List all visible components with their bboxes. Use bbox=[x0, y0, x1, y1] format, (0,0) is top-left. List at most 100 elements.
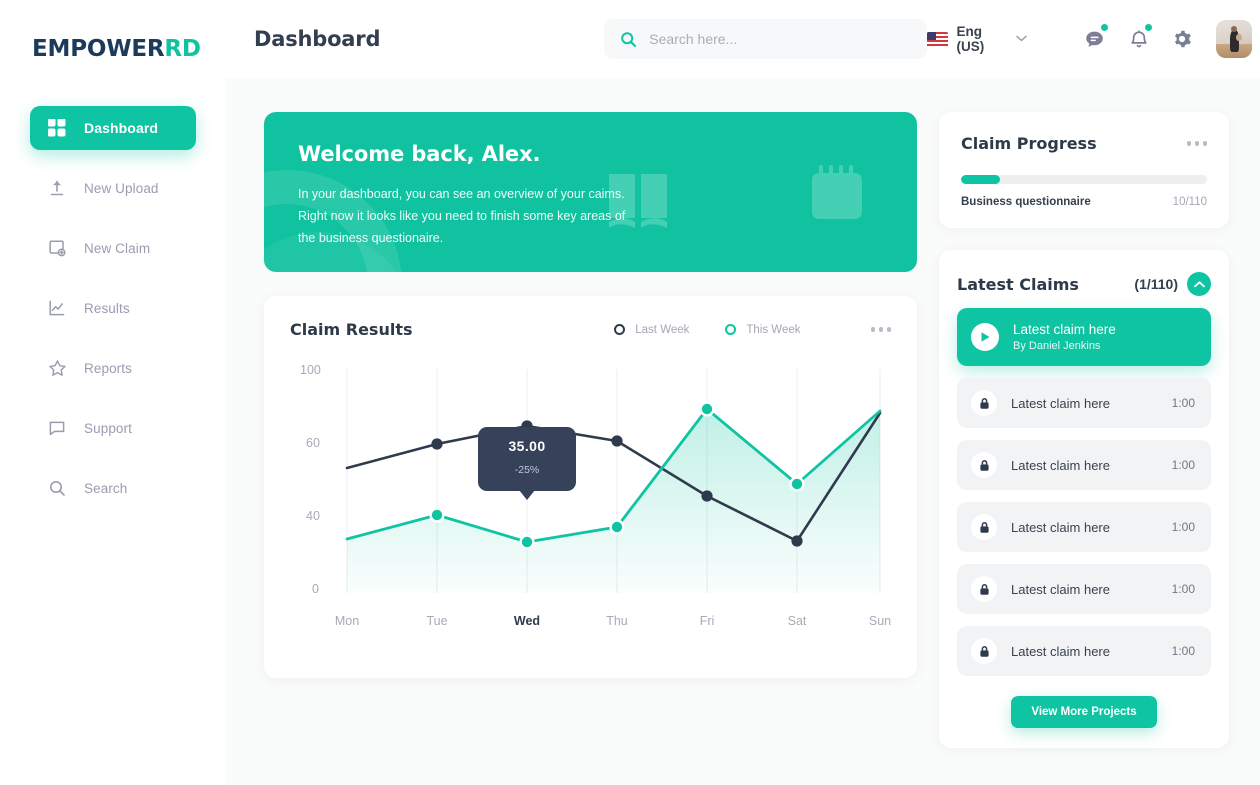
progress-bar bbox=[961, 175, 1207, 184]
sidebar-item-new-claim[interactable]: New Claim bbox=[30, 226, 196, 270]
xtick-fri: Fri bbox=[700, 614, 715, 628]
chart-legend: Last Week This Week bbox=[614, 324, 891, 336]
right-column: Claim Progress Business questionnaire 10… bbox=[939, 112, 1229, 748]
chart-xticks: Mon Tue Wed Thu Fri Sat Sun bbox=[335, 614, 891, 628]
messages-badge bbox=[1100, 24, 1108, 31]
avatar[interactable] bbox=[1216, 20, 1253, 58]
claims-card-header: Latest Claims (1/110) bbox=[957, 272, 1211, 296]
legend-item-last-week[interactable]: Last Week bbox=[614, 324, 689, 336]
claim-title: Latest claim here bbox=[1011, 395, 1110, 411]
progress-card-title: Claim Progress bbox=[961, 134, 1097, 153]
legend-label: This Week bbox=[746, 323, 801, 336]
claim-title: Latest claim here bbox=[1011, 519, 1110, 535]
xtick-tue: Tue bbox=[426, 614, 447, 628]
claim-item[interactable]: Latest claim here 1:00 bbox=[957, 626, 1211, 676]
language-selector[interactable]: Eng (US) bbox=[926, 24, 1027, 54]
legend-item-this-week[interactable]: This Week bbox=[725, 323, 801, 336]
new-claim-icon bbox=[46, 237, 68, 259]
app-window: EMPOWERRD Dashboard New Upload New Claim… bbox=[0, 0, 1260, 785]
welcome-heading: Welcome back, Alex. bbox=[298, 142, 541, 166]
xtick-mon: Mon bbox=[335, 614, 359, 628]
legend-label: Last Week bbox=[635, 323, 690, 336]
progress-label: Business questionnaire bbox=[961, 196, 1091, 208]
claims-card-title: Latest Claims bbox=[957, 274, 1079, 294]
sidebar-item-search[interactable]: Search bbox=[30, 466, 196, 510]
left-column: Welcome back, Alex. In your dashboard, y… bbox=[264, 112, 917, 678]
star-icon bbox=[46, 357, 68, 379]
main-area: Dashboard Eng (US) bbox=[226, 0, 1260, 785]
xtick-wed: Wed bbox=[514, 614, 540, 628]
claim-title: Latest claim here bbox=[1011, 457, 1110, 473]
claim-title: Latest claim here bbox=[1011, 581, 1110, 597]
sidebar-item-support[interactable]: Support bbox=[30, 406, 196, 450]
more-options-icon[interactable] bbox=[870, 327, 891, 332]
claim-time: 1:00 bbox=[1171, 582, 1195, 596]
messages-button[interactable] bbox=[1079, 22, 1111, 56]
more-options-icon[interactable] bbox=[1186, 141, 1207, 146]
content-area: Welcome back, Alex. In your dashboard, y… bbox=[226, 78, 1260, 785]
claim-progress-card: Claim Progress Business questionnaire 10… bbox=[939, 112, 1229, 228]
sidebar-item-new-upload[interactable]: New Upload bbox=[30, 166, 196, 210]
claim-time: 1:00 bbox=[1171, 396, 1195, 410]
welcome-body: In your dashboard, you can see an overvi… bbox=[298, 187, 626, 245]
lock-icon bbox=[971, 638, 997, 664]
sidebar-item-dashboard[interactable]: Dashboard bbox=[30, 106, 196, 150]
welcome-banner: Welcome back, Alex. In your dashboard, y… bbox=[264, 112, 917, 272]
logo-main-text: EMPOWER bbox=[32, 36, 165, 62]
chevron-down-icon bbox=[1016, 34, 1027, 45]
search-icon bbox=[46, 477, 68, 499]
sidebar-item-reports[interactable]: Reports bbox=[30, 346, 196, 390]
chart-header: Claim Results Last Week This Week bbox=[290, 320, 891, 339]
chart-title: Claim Results bbox=[290, 320, 413, 339]
lock-icon bbox=[971, 576, 997, 602]
tooltip-arrow bbox=[519, 490, 535, 500]
play-icon bbox=[971, 323, 999, 351]
logo[interactable]: EMPOWERRD bbox=[32, 36, 226, 62]
topbar-right: Eng (US) bbox=[926, 20, 1260, 58]
sidebar-item-label: New Claim bbox=[84, 240, 151, 256]
sidebar-item-label: Search bbox=[84, 480, 128, 496]
claim-time: 1:00 bbox=[1171, 644, 1195, 658]
claim-text: Latest claim here By Daniel Jenkins bbox=[1013, 322, 1116, 352]
sidebar-item-label: Support bbox=[84, 420, 132, 436]
xtick-thu: Thu bbox=[606, 614, 628, 628]
claim-subtitle: By Daniel Jenkins bbox=[1013, 340, 1101, 352]
search-input[interactable] bbox=[649, 31, 911, 47]
ytick-40: 40 bbox=[306, 509, 320, 523]
ytick-100: 100 bbox=[300, 363, 321, 377]
claim-item[interactable]: Latest claim here 1:00 bbox=[957, 440, 1211, 490]
logo-accent-text: RD bbox=[164, 36, 201, 62]
lock-icon bbox=[971, 452, 997, 478]
ytick-60: 60 bbox=[306, 436, 320, 450]
sidebar-item-label: Results bbox=[84, 300, 130, 316]
claim-item[interactable]: Latest claim here 1:00 bbox=[957, 564, 1211, 614]
tooltip-delta: -25% bbox=[514, 464, 540, 476]
search-icon bbox=[620, 31, 637, 48]
claim-title: Latest claim here bbox=[1011, 643, 1110, 659]
notifications-button[interactable] bbox=[1123, 22, 1155, 56]
sidebar: EMPOWERRD Dashboard New Upload New Claim… bbox=[0, 0, 226, 785]
progress-info-row: Business questionnaire 10/110 bbox=[961, 196, 1207, 208]
chevron-up-icon[interactable] bbox=[1187, 272, 1211, 296]
lock-icon bbox=[971, 390, 997, 416]
search-bar[interactable] bbox=[604, 19, 927, 59]
claim-item-active[interactable]: Latest claim here By Daniel Jenkins bbox=[957, 308, 1211, 366]
claim-item[interactable]: Latest claim here 1:00 bbox=[957, 378, 1211, 428]
settings-button[interactable] bbox=[1167, 22, 1199, 56]
sidebar-item-results[interactable]: Results bbox=[30, 286, 196, 330]
progress-card-header: Claim Progress bbox=[961, 134, 1207, 153]
legend-marker-dark bbox=[614, 324, 626, 335]
view-more-projects-button[interactable]: View More Projects bbox=[1011, 696, 1157, 728]
this-week-area bbox=[347, 409, 880, 593]
claim-item[interactable]: Latest claim here 1:00 bbox=[957, 502, 1211, 552]
xtick-sun: Sun bbox=[869, 614, 891, 628]
lock-icon bbox=[971, 514, 997, 540]
chat-bubble-icon bbox=[46, 417, 68, 439]
line-chart-svg: 100 60 40 0 Mon Tue Wed Thu Fri Sat Sun bbox=[300, 363, 891, 628]
upload-icon bbox=[46, 177, 68, 199]
topbar: Dashboard Eng (US) bbox=[226, 0, 1260, 78]
